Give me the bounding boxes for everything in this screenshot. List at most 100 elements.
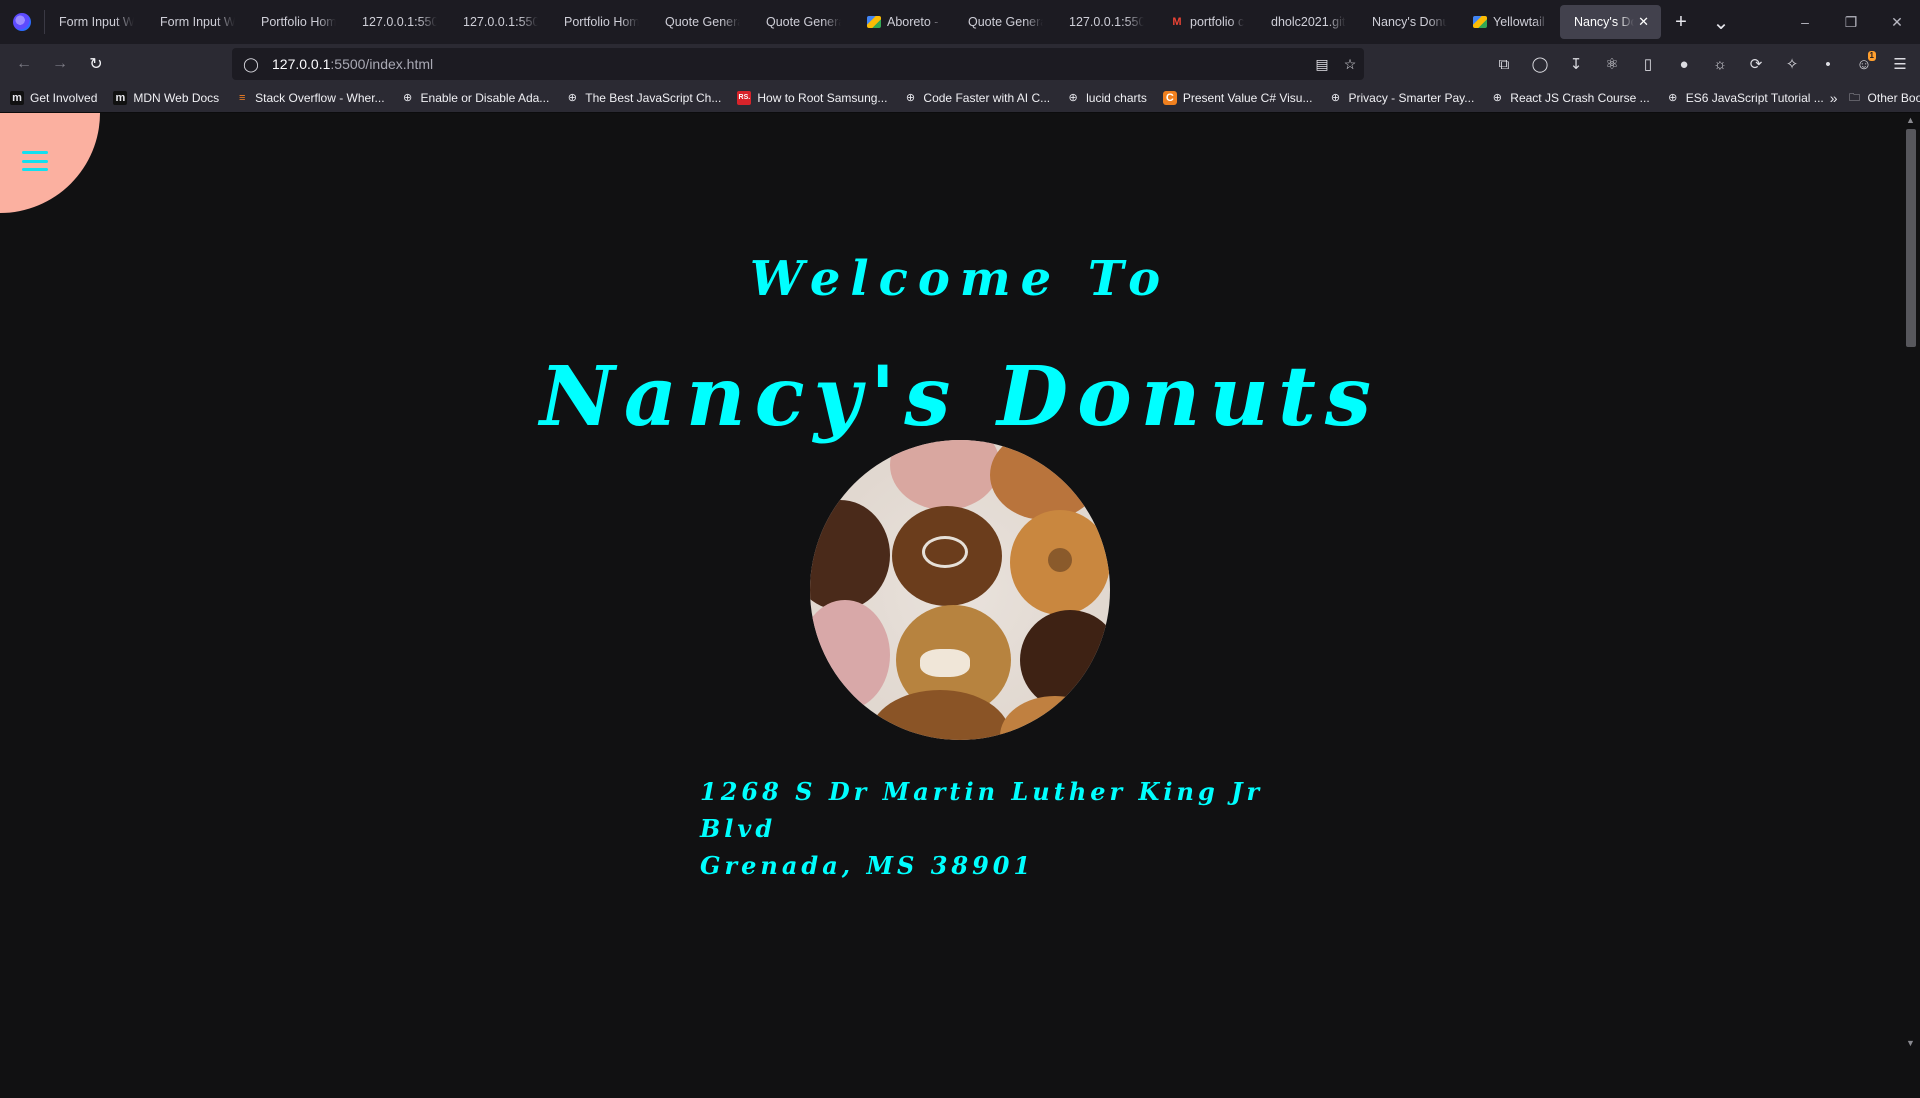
extension-circle-icon[interactable]: ● <box>1666 48 1702 80</box>
tab-label: 127.0.0.1:5500/ <box>463 15 538 29</box>
bookmark-label: React JS Crash Course ... <box>1510 91 1650 105</box>
menu-blob[interactable] <box>0 113 100 213</box>
tab-5[interactable]: Portfolio Home <box>550 5 651 39</box>
tab-2[interactable]: Portfolio Home <box>247 5 348 39</box>
google-fonts-icon <box>867 16 881 28</box>
back-arrow-icon[interactable]: ← <box>6 48 42 80</box>
scroll-up-arrow-icon[interactable]: ▲ <box>1906 115 1915 125</box>
account-icon[interactable]: ☺ 1 <box>1846 48 1882 80</box>
sync-extension-icon[interactable]: ⟳ <box>1738 48 1774 80</box>
bookmark-item[interactable]: C Present Value C# Visu... <box>1153 86 1319 110</box>
address-bar[interactable]: ◯ □ 127.0.0.1:5500/index.html ▤ ☆ <box>232 48 1364 1098</box>
tab-6[interactable]: Quote Generat <box>651 5 752 39</box>
url-host: 127.0.0.1 <box>272 56 331 72</box>
bookmark-item[interactable]: ⊕ Privacy - Smarter Pay... <box>1318 86 1480 110</box>
bookmark-item[interactable]: ⊕ React JS Crash Course ... <box>1480 86 1655 110</box>
reader-view-icon[interactable]: ▤ <box>1308 56 1336 73</box>
close-tab-icon[interactable]: ✕ <box>1634 14 1649 30</box>
page-scrollbar[interactable]: ▲ ▼ <box>1902 113 1920 1050</box>
tab-13[interactable]: Nancy's Donut <box>1358 5 1459 39</box>
tab-3[interactable]: 127.0.0.1:5500/ <box>348 5 449 39</box>
bookmark-item[interactable]: ≡ Stack Overflow - Wher... <box>225 86 390 110</box>
bookmark-item[interactable]: m Get Involved <box>0 86 103 110</box>
reload-icon[interactable]: ↻ <box>78 48 114 80</box>
tab-15[interactable]: Nancy's Don✕ <box>1560 5 1661 39</box>
tab-list: Form Input Wa Form Input Wa Portfolio Home… <box>45 5 1661 39</box>
bookmark-item[interactable]: ⊕ Code Faster with AI C... <box>893 86 1056 110</box>
globe-extension-icon[interactable]: ☼ <box>1702 48 1738 80</box>
bookmark-item[interactable]: ⊕ The Best JavaScript Ch... <box>555 86 727 110</box>
tab-14[interactable]: Yellowtail - <box>1459 5 1560 39</box>
tab-12[interactable]: dholc2021.gith <box>1257 5 1358 39</box>
bookmark-label: The Best JavaScript Ch... <box>585 91 722 105</box>
feather-extension-icon[interactable]: ✧ <box>1774 48 1810 80</box>
bookmark-item[interactable]: RS. How to Root Samsung... <box>727 86 893 110</box>
scroll-down-arrow-icon[interactable]: ▼ <box>1906 1038 1915 1048</box>
extension-icon[interactable]: ▯ <box>1630 48 1666 80</box>
bookmark-list: m Get Involved m MDN Web Docs ≡ Stack Overflo… <box>0 86 1830 110</box>
bookmark-label: How to Root Samsung... <box>757 91 888 105</box>
url-text[interactable]: 127.0.0.1:5500/index.html <box>272 56 433 72</box>
bookmark-item[interactable]: ⊕ Enable or Disable Ada... <box>391 86 556 110</box>
more-bookmarks-chevron-icon[interactable]: » <box>1830 90 1838 106</box>
extension-dot-icon[interactable]: • <box>1810 48 1846 80</box>
restore-icon[interactable]: ❐ <box>1828 0 1874 44</box>
tab-label: Aboreto - G <box>887 15 942 29</box>
forward-arrow-icon[interactable]: → <box>42 48 78 80</box>
other-bookmarks-folder[interactable]: 🗀 Other Bookmarks <box>1838 86 1920 110</box>
donut <box>990 440 1100 520</box>
close-window-icon[interactable]: ✕ <box>1874 0 1920 44</box>
toolbar-icons: ⧉ ◯ ↧ ⚛ ▯ ● ☼ ⟳ ✧ • ☺ 1 ☰ <box>1486 48 1918 80</box>
scrollbar-thumb[interactable] <box>1906 129 1916 347</box>
url-path: :5500/index.html <box>330 56 434 72</box>
extensions-puzzle-icon[interactable]: ⧉ <box>1486 48 1522 80</box>
tab-1[interactable]: Form Input Wa <box>146 5 247 39</box>
list-all-tabs-button[interactable]: ⌄ <box>1701 5 1741 39</box>
donut <box>1020 610 1110 710</box>
tab-10[interactable]: 127.0.0.1:5500/ <box>1055 5 1156 39</box>
tab-4[interactable]: 127.0.0.1:5500/ <box>449 5 550 39</box>
bookmark-label: Privacy - Smarter Pay... <box>1348 91 1475 105</box>
tab-11[interactable]: Mportfolio c <box>1156 5 1257 39</box>
other-bookmarks-label: Other Bookmarks <box>1867 91 1920 105</box>
globe-icon: ⊕ <box>905 92 916 104</box>
bookmark-label: Get Involved <box>30 91 98 105</box>
pocket-icon[interactable]: ◯ <box>1522 48 1558 80</box>
downloads-icon[interactable]: ↧ <box>1558 48 1594 80</box>
address-line-2: Grenada, MS 38901 <box>700 851 1035 880</box>
globe-icon: ⊕ <box>402 92 413 104</box>
tab-label: Quote Generat <box>665 15 740 29</box>
donut <box>892 506 1002 606</box>
tab-strip: Form Input Wa Form Input Wa Portfolio Home… <box>0 0 1920 44</box>
app-menu-icon[interactable]: ☰ <box>1882 48 1918 80</box>
bookmark-star-icon[interactable]: ☆ <box>1336 56 1364 73</box>
react-devtools-icon[interactable]: ⚛ <box>1594 48 1630 80</box>
window-controls: – ❐ ✕ <box>1782 0 1920 44</box>
hamburger-menu-icon[interactable] <box>22 151 48 171</box>
bookmark-item[interactable]: ⊕ ES6 JavaScript Tutorial ... <box>1656 86 1830 110</box>
tab-8[interactable]: Aboreto - G <box>853 5 954 39</box>
tab-0[interactable]: Form Input Wa <box>45 5 146 39</box>
page-viewport: Welcome To Nancy's Donuts 1268 S Dr Mart… <box>0 113 1902 1050</box>
mdn-icon: m <box>113 91 128 105</box>
tab-label: 127.0.0.1:5500/ <box>1069 15 1144 29</box>
donut <box>810 500 890 610</box>
bookmark-item[interactable]: m MDN Web Docs <box>103 86 225 110</box>
firefox-view-icon[interactable] <box>0 0 44 44</box>
tab-7[interactable]: Quote Generat <box>752 5 853 39</box>
bookmark-item[interactable]: ⊕ lucid charts <box>1056 86 1153 110</box>
mdn-icon: m <box>10 91 24 105</box>
bookmark-label: Enable or Disable Ada... <box>420 91 550 105</box>
donut <box>890 440 1000 510</box>
minimize-icon[interactable]: – <box>1782 0 1828 44</box>
globe-icon: ⊕ <box>1068 92 1078 104</box>
c-icon: C <box>1162 91 1177 105</box>
globe-icon: ⊕ <box>567 92 577 104</box>
new-tab-button[interactable]: + <box>1661 5 1701 39</box>
bookmark-label: Code Faster with AI C... <box>923 91 1051 105</box>
tab-label: 127.0.0.1:5500/ <box>362 15 437 29</box>
shield-icon[interactable]: ◯ <box>236 56 266 73</box>
tab-9[interactable]: Quote Generat <box>954 5 1055 39</box>
tab-label: Yellowtail - <box>1493 15 1548 29</box>
donut <box>810 600 890 710</box>
